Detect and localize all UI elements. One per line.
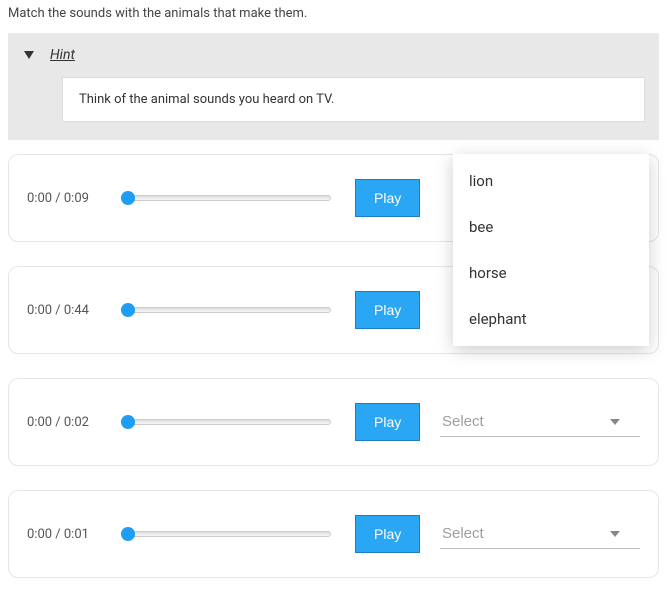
time-display: 0:00 / 0:09 <box>27 191 105 206</box>
chevron-down-icon <box>610 419 620 425</box>
slider-thumb[interactable] <box>121 527 135 541</box>
select-wrap: Select <box>440 407 640 437</box>
slider-track <box>121 307 331 313</box>
select-wrap: Select <box>440 519 640 549</box>
play-button[interactable]: Play <box>355 515 420 553</box>
hint-header[interactable]: Hint <box>22 47 645 63</box>
hint-body-text: Think of the animal sounds you heard on … <box>62 77 645 122</box>
audio-slider[interactable] <box>121 415 331 429</box>
slider-track <box>121 419 331 425</box>
hint-toggle-icon[interactable] <box>22 49 36 61</box>
answer-select[interactable]: Select <box>440 407 640 437</box>
slider-track <box>121 531 331 537</box>
hint-panel: Hint Think of the animal sounds you hear… <box>8 33 659 140</box>
dropdown-menu: lion bee horse elephant <box>453 154 649 346</box>
audio-slider[interactable] <box>121 303 331 317</box>
slider-thumb[interactable] <box>121 191 135 205</box>
time-display: 0:00 / 0:01 <box>27 527 105 542</box>
play-button[interactable]: Play <box>355 291 420 329</box>
select-value: Select <box>442 525 484 542</box>
answer-select[interactable]: Select <box>440 519 640 549</box>
time-display: 0:00 / 0:02 <box>27 415 105 430</box>
audio-slider[interactable] <box>121 527 331 541</box>
dropdown-option[interactable]: bee <box>453 204 649 250</box>
dropdown-option[interactable]: horse <box>453 250 649 296</box>
question-rows: 0:00 / 0:09 Play 0:00 / 0:44 Play 0:00 /… <box>0 140 667 610</box>
audio-slider[interactable] <box>121 191 331 205</box>
audio-row: 0:00 / 0:02 Play Select <box>8 378 659 466</box>
time-display: 0:00 / 0:44 <box>27 303 105 318</box>
audio-row: 0:00 / 0:01 Play Select <box>8 490 659 578</box>
dropdown-option[interactable]: elephant <box>453 296 649 342</box>
dropdown-option[interactable]: lion <box>453 158 649 204</box>
play-button[interactable]: Play <box>355 179 420 217</box>
instruction-text: Match the sounds with the animals that m… <box>0 0 667 33</box>
slider-thumb[interactable] <box>121 415 135 429</box>
play-button[interactable]: Play <box>355 403 420 441</box>
slider-thumb[interactable] <box>121 303 135 317</box>
slider-track <box>121 195 331 201</box>
select-value: Select <box>442 413 484 430</box>
chevron-down-icon <box>610 531 620 537</box>
hint-label[interactable]: Hint <box>48 47 75 63</box>
